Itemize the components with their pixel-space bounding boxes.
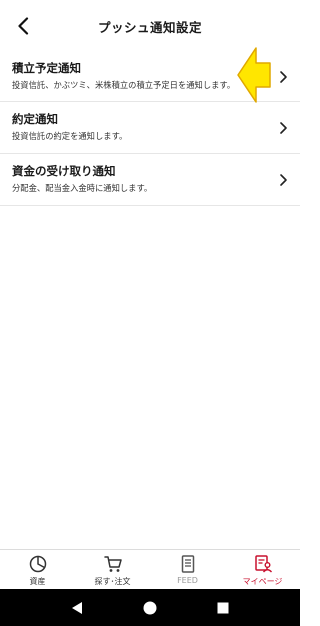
tab-asset[interactable]: 資産 xyxy=(0,550,75,589)
nav-home-button[interactable] xyxy=(140,598,160,618)
highlight-arrow-icon xyxy=(237,47,271,103)
system-navigation-bar xyxy=(0,589,300,626)
app-header: プッシュ通知設定 xyxy=(0,0,300,52)
asset-pie-icon xyxy=(29,555,46,573)
triangle-back-icon xyxy=(71,601,82,614)
chevron-right-icon xyxy=(280,70,287,83)
nav-back-button[interactable] xyxy=(67,598,87,618)
back-button[interactable] xyxy=(12,14,34,38)
nav-recents-button[interactable] xyxy=(213,598,233,618)
tab-mypage[interactable]: マイページ xyxy=(225,550,300,589)
tab-label: 資産 xyxy=(29,577,46,586)
bottom-tab-bar: 資産 探す･注文 FEED マイページ xyxy=(0,549,300,589)
feed-document-icon xyxy=(181,555,194,573)
tab-label: FEED xyxy=(177,576,198,585)
tab-label: マイページ xyxy=(242,577,283,586)
setting-row-funds-received-notification[interactable]: 資金の受け取り通知 分配金、配当金入金時に通知します。 xyxy=(0,154,300,206)
setting-title: 約定通知 xyxy=(12,112,58,126)
page-title: プッシュ通知設定 xyxy=(97,19,202,35)
cart-icon xyxy=(103,556,122,572)
setting-description: 分配金、配当金入金時に通知します。 xyxy=(12,183,153,193)
setting-description: 投資信託の約定を通知します。 xyxy=(12,131,128,141)
setting-row-execution-notification[interactable]: 約定通知 投資信託の約定を通知します。 xyxy=(0,102,300,154)
tab-search-order[interactable]: 探す･注文 xyxy=(75,550,150,589)
square-recents-icon xyxy=(217,602,229,613)
tab-feed[interactable]: FEED xyxy=(150,550,225,589)
circle-home-icon xyxy=(143,601,157,614)
tab-label: 探す･注文 xyxy=(94,577,131,586)
setting-title: 資金の受け取り通知 xyxy=(12,164,116,178)
chevron-right-icon xyxy=(280,121,287,134)
mypage-icon xyxy=(254,555,272,573)
chevron-right-icon xyxy=(280,173,287,186)
back-arrow-icon xyxy=(18,17,29,35)
